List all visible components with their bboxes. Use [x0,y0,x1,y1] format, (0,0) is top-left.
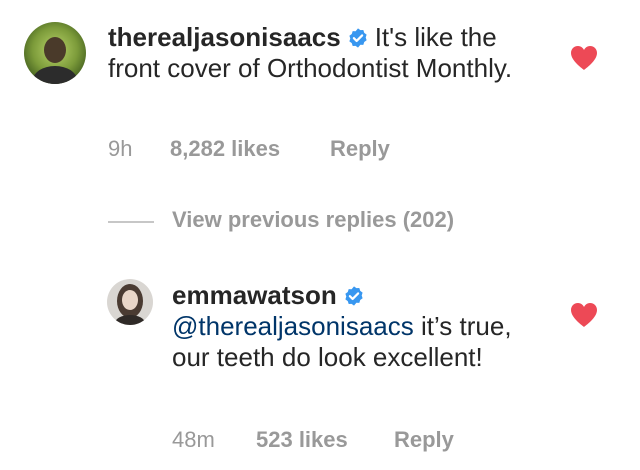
comment-1-body: therealjasonisaacs It's like the front co… [108,22,548,84]
comment-1-time: 9h [108,136,133,161]
view-previous-replies-button[interactable]: View previous replies (202) [172,207,454,233]
user-avatar-icon [107,279,153,325]
comment-2-username[interactable]: emmawatson [172,280,337,310]
comment-2-reply-button[interactable]: Reply [394,427,454,453]
avatar-emmawatson[interactable] [107,279,153,325]
like-heart-icon[interactable] [570,302,598,328]
like-heart-icon[interactable] [570,45,598,71]
comment-1-reply-button[interactable]: Reply [330,136,390,162]
comment-1-username[interactable]: therealjasonisaacs [108,22,341,52]
comment-2-time: 48m [172,427,215,452]
comment-2-mention-link[interactable]: @therealjasonisaacs [172,311,414,341]
comment-2-likes[interactable]: 523 likes [256,427,348,453]
verified-badge-icon [347,27,369,49]
avatar-therealjasonisaacs[interactable] [24,22,86,84]
comment-1-likes[interactable]: 8,282 likes [170,136,280,162]
user-avatar-icon [24,22,86,84]
replies-divider-line [108,221,154,223]
comment-2-body: emmawatson @therealjasonisaacs it’s true,… [172,280,552,373]
verified-badge-icon [343,285,365,307]
